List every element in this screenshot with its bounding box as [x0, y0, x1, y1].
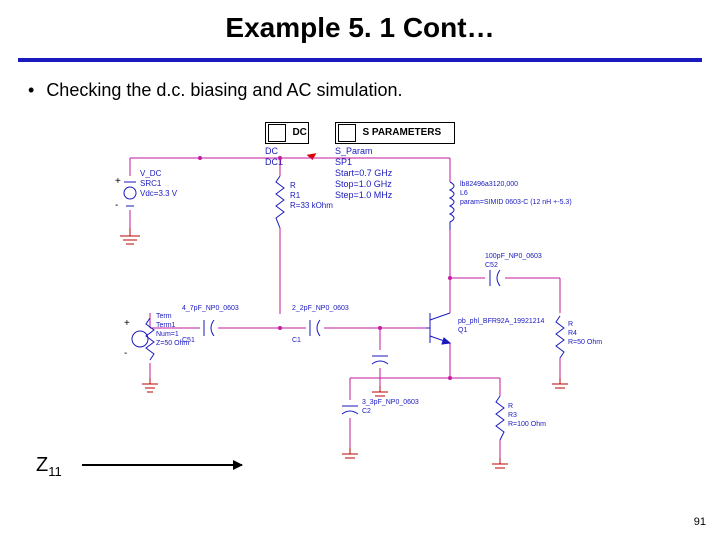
- minus-icon: -: [115, 200, 118, 211]
- inductor-icon: [450, 182, 454, 230]
- r4-inst: R4: [568, 330, 577, 337]
- ground-icon: [120, 228, 140, 244]
- c1s-inst: C1: [292, 337, 301, 344]
- term-z: Z=50 Ohm: [156, 340, 189, 347]
- capacitor-icon: [310, 320, 320, 336]
- page-number: 91: [694, 516, 706, 528]
- rbias-name: R: [290, 181, 296, 190]
- capacitor-icon: [342, 406, 358, 414]
- r3-val: R=100 Ohm: [508, 421, 546, 428]
- ground-icon: [372, 386, 388, 396]
- slide-title: Example 5. 1 Cont…: [0, 12, 720, 44]
- ground-icon: [492, 458, 508, 468]
- r3-inst: R3: [508, 412, 517, 419]
- resistor-icon: [276, 176, 284, 228]
- minus-icon: -: [124, 348, 127, 359]
- q1-inst: Q1: [458, 327, 467, 334]
- cout-model: 100pF_NP0_0603: [485, 253, 542, 260]
- r4-name: R: [568, 321, 573, 328]
- capacitor-icon: [490, 270, 500, 286]
- z11-text: Z: [36, 454, 48, 476]
- z11-label: Z11: [36, 454, 62, 479]
- resistor-icon: [556, 316, 564, 358]
- plus-icon: +: [115, 176, 121, 187]
- cout-inst: C52: [485, 262, 498, 269]
- q1-model: pb_phl_BFR92A_19921214: [458, 318, 545, 325]
- transistor-icon: [426, 313, 450, 344]
- rbias-val: R=33 kOhm: [290, 201, 333, 210]
- ind-model: lb82496a3120,000: [460, 181, 518, 188]
- r4-val: R=50 Ohm: [568, 339, 602, 346]
- vdc-source: [124, 182, 136, 206]
- rbias-inst: R1: [290, 191, 301, 200]
- ind-param: param=SIMID 0603-C (12 nH +-5.3): [460, 199, 572, 206]
- vdc-value: Vdc=3.3 V: [140, 189, 178, 198]
- ground-icon: [142, 378, 158, 392]
- ground-icon: [552, 378, 568, 388]
- plus-icon: +: [124, 318, 130, 329]
- vdc-name: V_DC: [140, 169, 162, 178]
- c2-inst: C2: [362, 408, 371, 415]
- arrow-icon: [82, 464, 242, 466]
- term-num: Num=1: [156, 331, 179, 338]
- resistor-icon: [496, 396, 504, 440]
- schematic: + - V_DC SRC1 Vdc=3.3 V R R1 R=33 kOhm l…: [90, 118, 630, 498]
- z11-subscript: 11: [48, 464, 62, 479]
- c1s-model: 2_2pF_NP0_0603: [292, 305, 349, 312]
- capacitor-icon: [204, 320, 214, 336]
- vdc-inst: SRC1: [140, 179, 162, 188]
- term-name: Term: [156, 313, 172, 320]
- capacitor-icon: [372, 356, 388, 364]
- bullet-1: Checking the d.c. biasing and AC simulat…: [28, 80, 403, 101]
- c51-model: 4_7pF_NP0_0603: [182, 305, 239, 312]
- term-icon: [132, 318, 154, 360]
- ind-inst: L6: [460, 190, 468, 197]
- title-rule: [18, 58, 702, 62]
- c2-model: 3_3pF_NP0_0603: [362, 399, 419, 406]
- term-inst: Term1: [156, 322, 176, 329]
- r3-name: R: [508, 403, 513, 410]
- ground-icon: [342, 448, 358, 458]
